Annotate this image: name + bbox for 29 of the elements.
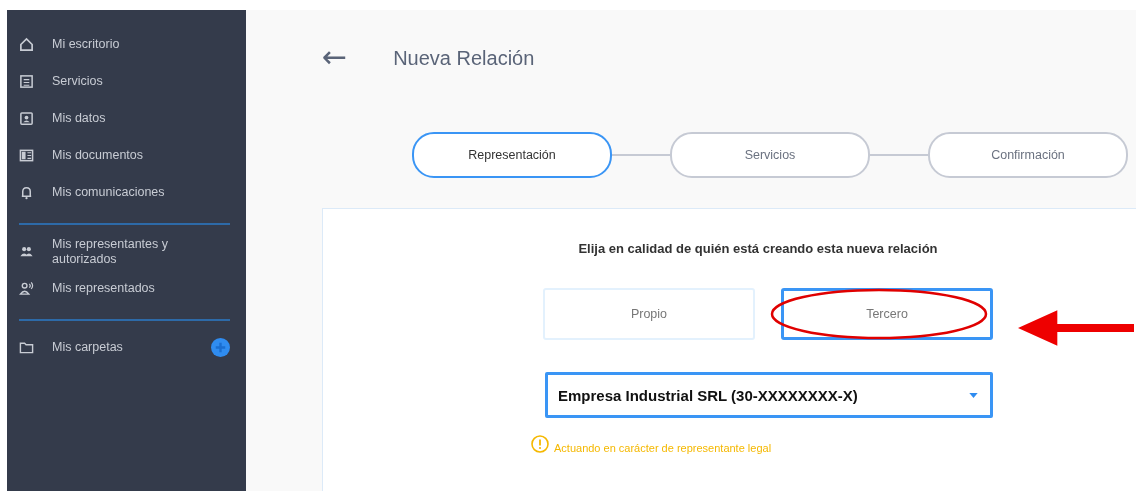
people-icon <box>19 244 34 259</box>
company-select[interactable]: Empresa Industrial SRL (30-XXXXXXXX-X) <box>545 372 993 418</box>
bell-icon <box>19 185 34 200</box>
folder-icon <box>19 340 34 355</box>
question-text: Elija en calidad de quién está creando esta nueva relación <box>577 241 939 256</box>
home-icon <box>19 37 34 52</box>
option-button[interactable]: Tercero <box>781 288 993 340</box>
person-icon <box>19 281 34 296</box>
sidebar-item[interactable]: Mis carpetas <box>19 329 230 366</box>
add-icon[interactable] <box>211 338 230 357</box>
sidebar-item[interactable]: Mis documentos <box>19 137 230 174</box>
warning-text: Actuando en carácter de representante legal <box>554 442 772 454</box>
step-pill[interactable]: Servicios <box>670 132 870 178</box>
document-icon <box>19 148 34 163</box>
sidebar-item[interactable]: Mis representados <box>19 270 230 307</box>
sidebar-item[interactable]: Mis comunicaciones <box>19 174 230 211</box>
sidebar-item[interactable]: Mis datos <box>19 100 230 137</box>
step-pill[interactable]: Representación <box>412 132 612 178</box>
sidebar-item[interactable]: Mis representantes y autorizados <box>19 233 230 270</box>
id-card-icon <box>19 111 34 126</box>
sidebar-item[interactable]: Mi escritorio <box>19 26 230 63</box>
sidebar-item[interactable]: Servicios <box>19 63 230 100</box>
step-pill[interactable]: Confirmación <box>928 132 1128 178</box>
page-title: Nueva Relación <box>393 46 535 70</box>
option-button[interactable]: Propio <box>543 288 755 340</box>
warning-icon <box>531 435 549 453</box>
back-button[interactable]: ← <box>322 42 348 72</box>
list-icon <box>19 74 34 89</box>
caret-icon <box>969 392 978 398</box>
